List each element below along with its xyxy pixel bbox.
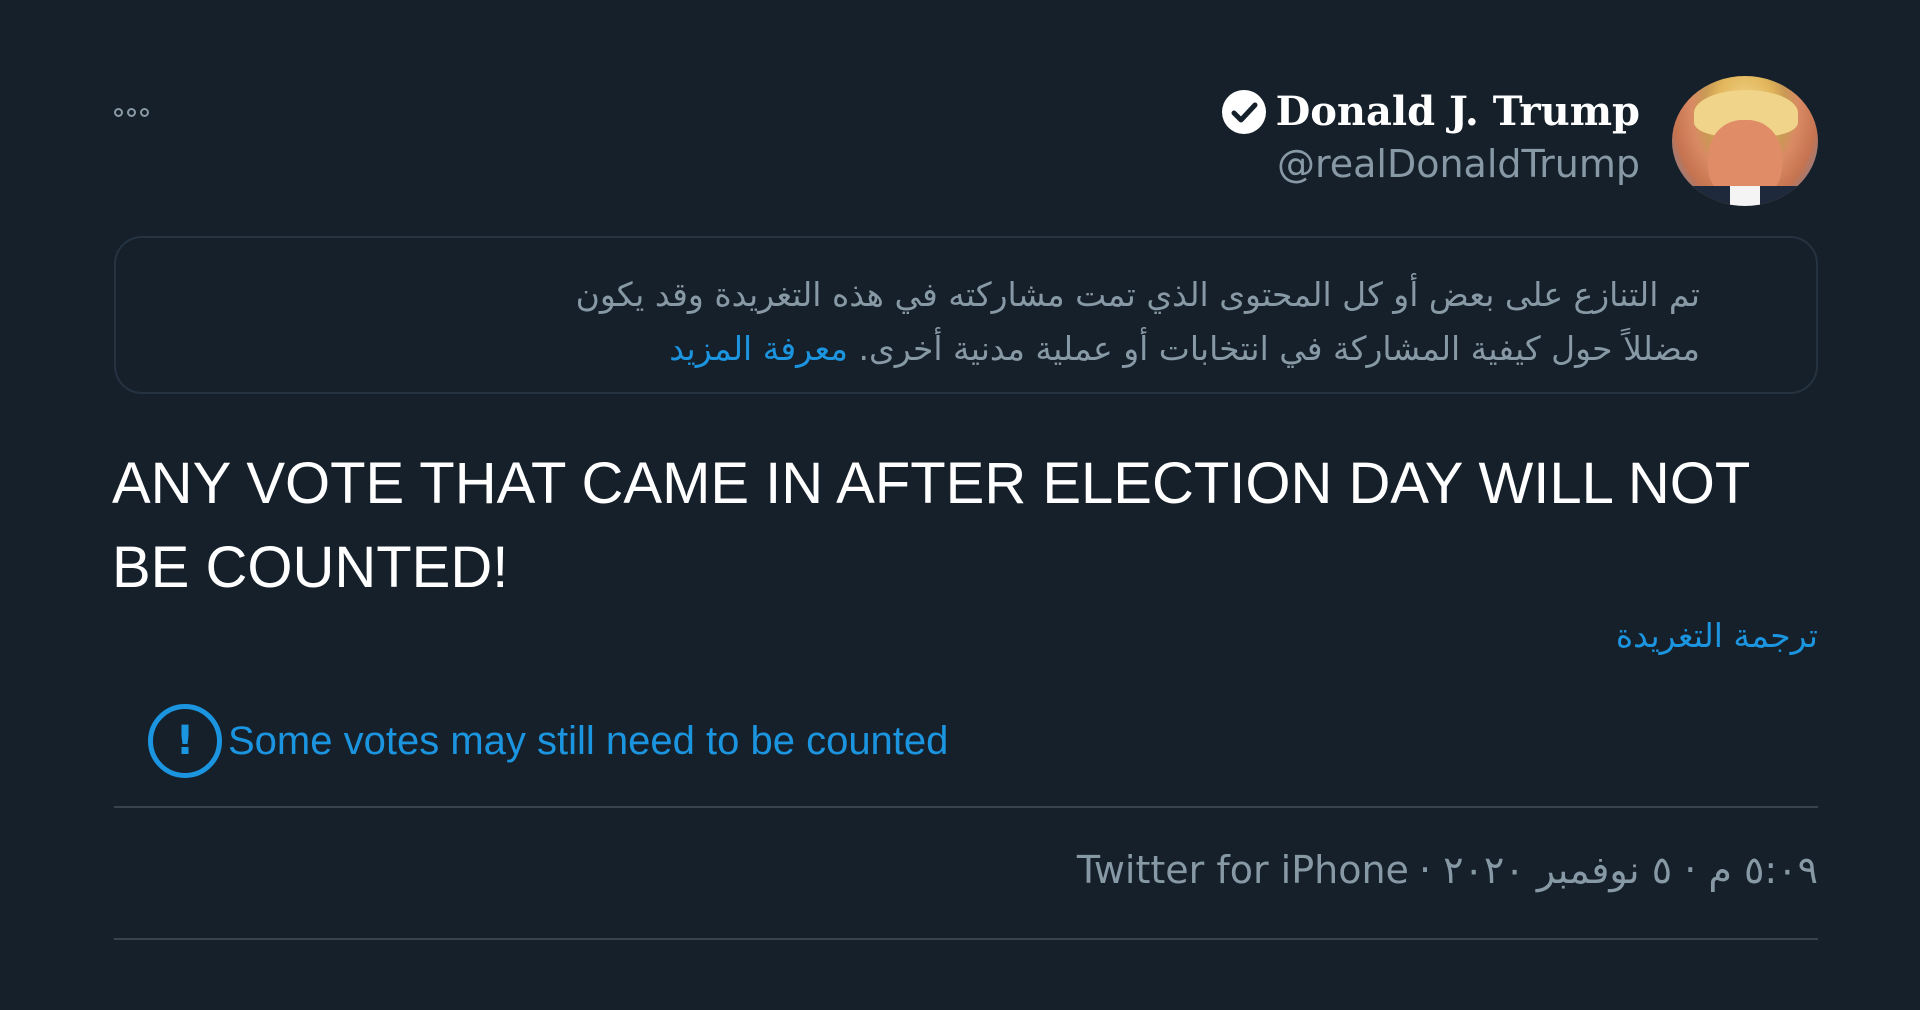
election-label-link[interactable]: ! Some votes may still need to be counte… bbox=[148, 704, 948, 778]
author-name-row[interactable]: Donald J. Trump bbox=[1221, 88, 1640, 135]
disputed-notice-line-2-text: مضللاً حول كيفية المشاركة في انتخابات أو… bbox=[858, 329, 1700, 368]
learn-more-link[interactable]: معرفة المزيد bbox=[669, 329, 848, 368]
more-dot bbox=[140, 107, 149, 117]
disputed-notice-line-1: تم التنازع على بعض أو كل المحتوى الذي تم… bbox=[575, 275, 1700, 314]
verified-badge-icon bbox=[1221, 89, 1266, 134]
disputed-notice-line-2: مضللاً حول كيفية المشاركة في انتخابات أو… bbox=[176, 322, 1700, 376]
disputed-notice: تم التنازع على بعض أو كل المحتوى الذي تم… bbox=[114, 236, 1818, 394]
tweet-meta: Twitter for iPhone ٥:٠٩ م · ٥ نوفمبر ٢٠٢… bbox=[1077, 848, 1818, 892]
more-options-icon[interactable] bbox=[114, 100, 170, 124]
more-dot bbox=[127, 107, 136, 117]
author-display-name[interactable]: Donald J. Trump bbox=[1276, 88, 1640, 135]
translate-tweet-link[interactable]: ترجمة التغريدة bbox=[1616, 616, 1818, 655]
tweet-source[interactable]: Twitter for iPhone bbox=[1077, 848, 1409, 892]
election-label-text[interactable]: Some votes may still need to be counted bbox=[228, 719, 948, 764]
divider bbox=[114, 938, 1818, 940]
tweet-detail: Donald J. Trump @realDonaldTrump تم التن… bbox=[0, 0, 1920, 1010]
tweet-text: ANY VOTE THAT CAME IN AFTER ELECTION DAY… bbox=[112, 451, 1750, 600]
exclamation-circle-icon: ! bbox=[148, 704, 222, 778]
more-dot bbox=[114, 107, 123, 117]
avatar[interactable] bbox=[1672, 76, 1818, 206]
author-handle[interactable]: @realDonaldTrump bbox=[1277, 142, 1640, 186]
tweet-timestamp[interactable]: ٥:٠٩ م · ٥ نوفمبر ٢٠٢٠ · bbox=[1419, 848, 1818, 892]
divider bbox=[114, 806, 1818, 808]
avatar-shirt bbox=[1730, 186, 1760, 206]
